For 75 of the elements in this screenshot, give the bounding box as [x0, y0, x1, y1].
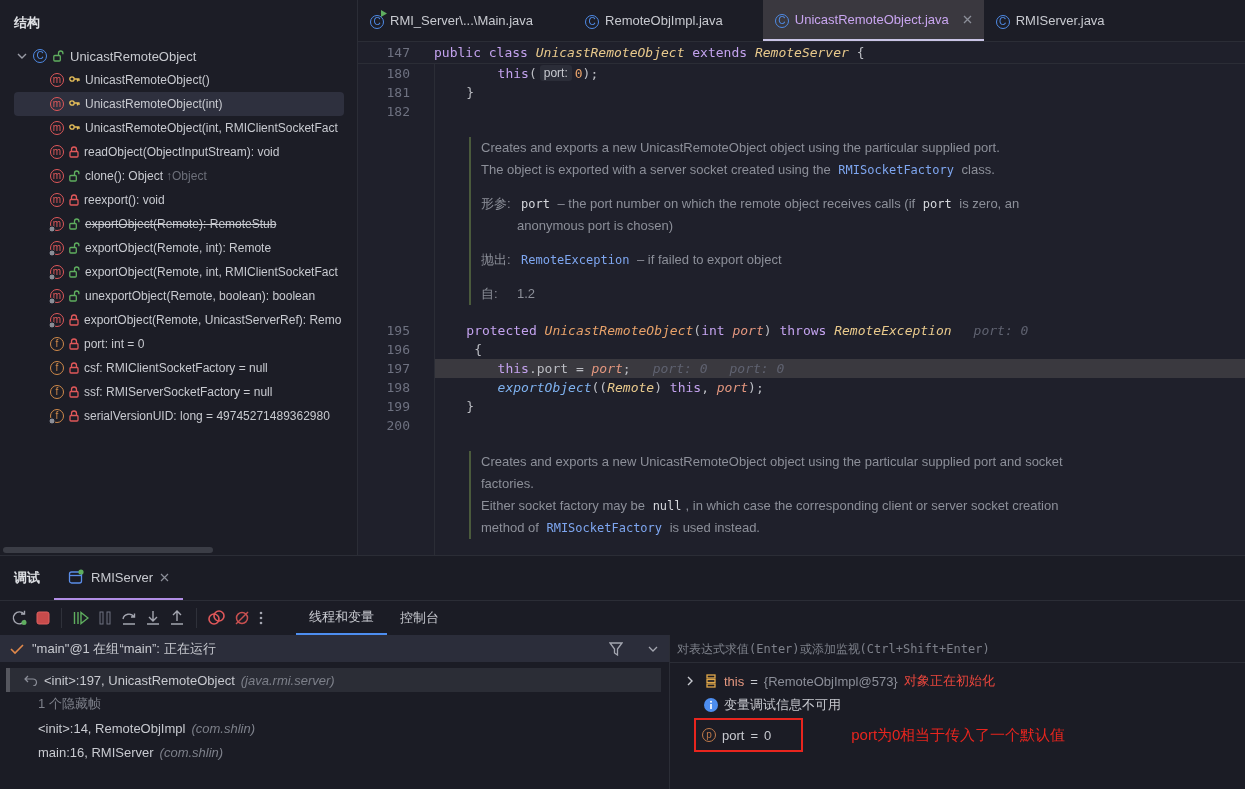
editor-tab[interactable]: C RemoteObjImpl.java: [573, 0, 763, 41]
code-line: exportObject((Remote) this, port);: [434, 377, 1245, 397]
stack-frame[interactable]: main:16, RMIServer (com.shlin): [0, 740, 669, 764]
code-line: }: [434, 82, 1245, 102]
doc-text: Creates and exports a new UnicastRemoteObject object using the particular supplied port and socket factories.: [481, 453, 1064, 494]
code-line: public class UnicastRemoteObject extends RemoteServer {: [434, 43, 866, 62]
evaluate-field[interactable]: 对表达式求值(Enter)或添加监视(Ctrl+Shift+Enter): [670, 635, 1245, 662]
tree-item[interactable]: m UnicastRemoteObject(int): [14, 92, 344, 116]
tree-item[interactable]: UnicastRemoteObject: [70, 48, 197, 64]
doc-label: 自:: [481, 284, 499, 303]
object-icon: [704, 674, 718, 688]
editor-tab[interactable]: C RMI_Server\...\Main.java: [358, 0, 574, 41]
tree-item[interactable]: m reexport(): void: [14, 188, 344, 212]
thread-selector[interactable]: "main"@1 在组“main”: 正在运行: [0, 635, 669, 662]
code-line: protected UnicastRemoteObject(int port) throws RemoteException port: 0: [434, 320, 1245, 340]
step-over-icon[interactable]: [121, 610, 137, 626]
line-number: 181: [385, 84, 411, 100]
view-tab[interactable]: 控制台: [387, 601, 452, 635]
code-line: this( port: 0);: [434, 63, 1245, 83]
doc-text: RemoteException – if failed to export object: [520, 250, 782, 269]
doc-text: Creates and exports a new UnicastRemoteObject object using the particular supplied port.: [481, 138, 1000, 157]
chevron-icon[interactable]: [17, 51, 27, 61]
tree-item[interactable]: f port: int = 0: [14, 332, 344, 356]
tree-item[interactable]: m UnicastRemoteObject(int, RMIClientSocketFact: [14, 116, 344, 140]
line-number: 200: [385, 418, 411, 433]
pause-icon[interactable]: [97, 611, 113, 625]
code-line: }: [434, 396, 1245, 416]
line-number: 147: [385, 44, 411, 60]
hidden-frames-label[interactable]: 1 个隐藏帧: [38, 695, 101, 713]
info-icon: [704, 698, 718, 712]
highlight-box: p port = 0: [694, 718, 804, 752]
return-arrow-icon: [24, 674, 38, 686]
doc-text: 1.2: [517, 284, 536, 303]
doc-text: Either socket factory may be null , in which case the corresponding client or server socket creation method of RMISocketFactory is used instead.: [481, 497, 1060, 538]
line-number: 180: [385, 65, 411, 81]
panel-title: 调试: [12, 569, 41, 587]
resume-icon[interactable]: [73, 611, 89, 625]
editor-tab[interactable]: C UnicastRemoteObject.java: [762, 0, 984, 41]
info-text: 变量调试信息不可用: [724, 696, 841, 714]
stack-frame[interactable]: <init>:197, UnicastRemoteObject (java.rmi.server): [6, 668, 661, 692]
filter-icon[interactable]: [609, 641, 623, 656]
line-number: 198: [385, 379, 411, 395]
annotation-text: port为0相当于传入了一个默认值: [851, 725, 1066, 745]
tree-item[interactable]: m clone(): Object ↑Object: [14, 164, 344, 188]
tree-item[interactable]: m UnicastRemoteObject(): [14, 68, 344, 92]
app-window-icon: [68, 569, 84, 585]
code-line: {: [434, 339, 1245, 359]
variable-row[interactable]: this = {RemoteObjImpl@573} 对象正在初始化: [670, 669, 1245, 693]
tree-item[interactable]: f serialVersionUID: long = 49745271489362980: [14, 404, 344, 428]
editor-tab[interactable]: C RMIServer.java: [983, 0, 1145, 41]
tree-item[interactable]: m readObject(ObjectInputStream): void: [14, 140, 344, 164]
line-number: 195: [385, 322, 411, 338]
rerun-icon[interactable]: [12, 610, 28, 626]
step-out-icon[interactable]: [169, 610, 185, 626]
tree-item[interactable]: f csf: RMIClientSocketFactory = null: [14, 356, 344, 380]
line-number: 197: [385, 360, 411, 376]
stop-icon[interactable]: [36, 611, 50, 625]
stack-frame[interactable]: <init>:14, RemoteObjImpl (com.shlin): [0, 716, 669, 740]
doc-label: 抛出:: [481, 250, 512, 269]
line-number: 196: [385, 341, 411, 357]
close-icon[interactable]: [962, 15, 972, 24]
checkmark-icon: [10, 642, 24, 655]
line-number: 182: [385, 103, 411, 119]
doc-text: port – the port number on which the remote object receives calls (if port is zero, an anonymous port is chosen): [517, 194, 1021, 235]
doc-label: 形参:: [481, 194, 512, 213]
step-into-icon[interactable]: [145, 610, 161, 626]
mute-breakpoints-icon[interactable]: [234, 610, 250, 626]
line-number: 199: [385, 399, 411, 414]
panel-title: 结构: [13, 14, 41, 32]
session-tab[interactable]: RMIServer: [54, 556, 184, 600]
close-icon[interactable]: [160, 572, 170, 582]
doc-text: The object is exported with a server socket created using the RMISocketFactory class.: [481, 160, 995, 179]
breakpoints-icon[interactable]: [208, 610, 226, 626]
more-icon[interactable]: [258, 610, 264, 626]
tree-item[interactable]: f ssf: RMIServerSocketFactory = null: [14, 380, 344, 404]
